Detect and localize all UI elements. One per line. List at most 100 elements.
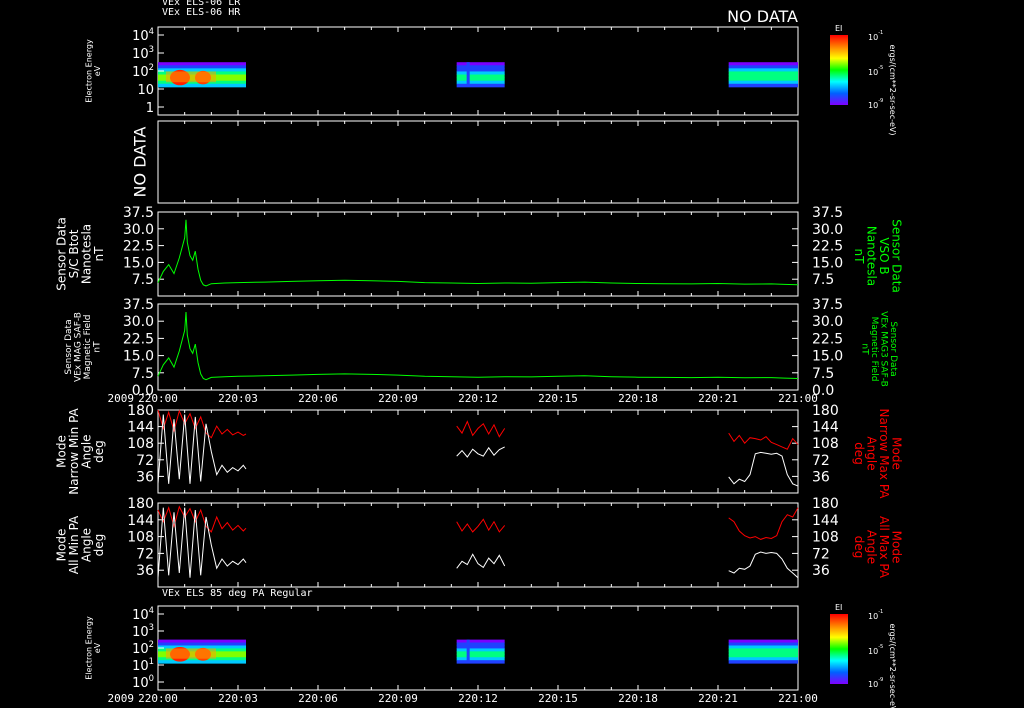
- x-tick-label: 220:06: [298, 392, 338, 405]
- axis-label-line: deg: [852, 536, 866, 559]
- y-axis-label-left: Sensor DataS/C BtotNanoteslanT: [54, 217, 106, 291]
- y-tick-label-right: 144: [812, 420, 839, 436]
- spectrogram-row: [456, 62, 505, 66]
- spectrogram-row: [728, 77, 798, 82]
- x-tick-label: 220:03: [218, 392, 258, 405]
- axis-label-line: ergs/(cm**2-sr-sec-eV): [888, 44, 897, 135]
- x-tick-label: 220:12: [458, 392, 498, 405]
- colorbar-tick: 10-1: [868, 609, 883, 621]
- y-tick-label: 103: [132, 44, 154, 62]
- axis-label-line: eV: [93, 65, 102, 76]
- y-tick-label-right: 108: [812, 436, 839, 452]
- y-tick-label: 1: [146, 101, 154, 116]
- y-axis-label: Electron Energy eV: [85, 39, 102, 103]
- y-tick-label-right: 37.5: [812, 205, 843, 221]
- series-line-4-1-0: [157, 414, 247, 484]
- axis-label-line: nT: [860, 343, 870, 355]
- multi-panel-plot: VEx ELS-06 LRVEx ELS-06 HR NO DATA1041031…: [54, 0, 904, 708]
- x-tick-label: 220:03: [218, 692, 258, 705]
- panel-title: VEx ELS 85 deg PA Regular: [162, 588, 313, 599]
- spectrogram-row: [456, 657, 505, 661]
- y-tick-label-right: 144: [812, 513, 839, 529]
- colorbar: [830, 614, 848, 684]
- colorbar-units: ergs/(cm**2-sr-sec-eV): [888, 623, 897, 708]
- spectrogram-row: [158, 639, 246, 644]
- spectrogram-row: [456, 80, 505, 85]
- spectrogram-row: [728, 83, 798, 88]
- y-tick-label: 144: [127, 420, 154, 436]
- spectrogram-row: [728, 660, 798, 664]
- spectrogram-row: [456, 648, 505, 652]
- panel-frame-1: [157, 120, 799, 204]
- x-tick-label: 220:21: [698, 392, 738, 405]
- spectrogram-row: [728, 68, 798, 72]
- y-tick-label: 100: [132, 673, 154, 691]
- series-line-3-0-0: [157, 311, 799, 381]
- y-tick-label: 37.5: [123, 205, 154, 221]
- series-line-4-1-1: [456, 446, 505, 458]
- y-axis-label-left: ModeAll Min PAAngledeg: [54, 515, 106, 574]
- y-tick-label: 7.5: [132, 366, 154, 382]
- x-tick-label: 220:06: [298, 692, 338, 705]
- y-tick-label-right: 22.5: [812, 239, 843, 255]
- y-tick-label-right: 72: [812, 453, 830, 469]
- colorbar-label: EI: [835, 24, 842, 33]
- y-tick-label: 180: [127, 403, 154, 419]
- y-axis-label-right: Sensor DataVEx MAG3 SAF-BMagnetic Fieldn…: [860, 311, 898, 387]
- colorbar-label: EI: [835, 603, 842, 612]
- series-line-4-1-2: [728, 451, 799, 487]
- y-axis-label-left: Sensor Data VEx MAG SAF-B Magnetic Field nT: [64, 312, 102, 382]
- spectrogram-row: [158, 642, 246, 646]
- no-data-vertical: NO DATA: [131, 127, 150, 198]
- y-tick-label: 15.0: [123, 349, 154, 365]
- spectrogram-row: [728, 639, 798, 644]
- gap-line: [466, 639, 470, 664]
- warm-region: [166, 648, 216, 659]
- series-line-4-0-1: [456, 420, 506, 438]
- y-axis-label-right: ModeNarrow Max PAAngledeg: [852, 409, 904, 500]
- colorbar: [830, 35, 848, 105]
- y-tick-label: 144: [127, 513, 154, 529]
- y-tick-label-right: 22.5: [812, 331, 843, 347]
- y-tick-label-right: 30.0: [812, 314, 843, 330]
- panel-title: VEx ELS-06 HR: [162, 7, 241, 18]
- spectrogram-row: [456, 639, 505, 644]
- spectrogram-row: [728, 71, 798, 76]
- axis-label-line: nT: [92, 341, 102, 353]
- axis-label-line: ergs/(cm**2-sr-sec-eV): [888, 623, 897, 708]
- series-line-5-1-1: [456, 553, 506, 569]
- spectrogram-row: [456, 74, 505, 79]
- y-tick-label: 30.0: [123, 222, 154, 238]
- y-tick-label: 101: [132, 656, 154, 674]
- y-axis-label-left: ModeNarrow Min PAAngledeg: [54, 407, 106, 494]
- spectrogram-row: [728, 654, 798, 658]
- spectrogram-row: [728, 648, 798, 652]
- spectrogram-row: [728, 645, 798, 649]
- spectrogram-row: [728, 657, 798, 661]
- spectrogram-block-2: [728, 62, 798, 88]
- y-tick-label: 104: [132, 26, 154, 44]
- y-axis-label-right: ModeAll Max PAAngledeg: [852, 516, 904, 579]
- y-tick-label: 22.5: [123, 331, 154, 347]
- y-tick-label: 37.5: [123, 297, 154, 313]
- spectrogram-row: [456, 660, 505, 664]
- y-tick-label: 103: [132, 622, 154, 640]
- y-tick-label-right: 36: [812, 563, 830, 579]
- spectrogram-row: [158, 65, 246, 69]
- y-axis-label: Electron Energy eV: [85, 616, 102, 680]
- colorbar-tick: 10-5: [868, 644, 883, 656]
- colorbar-tick: 10-9: [868, 98, 883, 110]
- y-tick-label: 72: [136, 453, 154, 469]
- series-line-5-0-0: [157, 505, 247, 533]
- spectrogram-row: [456, 77, 505, 82]
- panel-frame-4: [157, 409, 799, 494]
- y-tick-label-right: 180: [812, 403, 839, 419]
- x-tick-label: 221:00: [778, 392, 818, 405]
- spectrogram-row: [456, 654, 505, 658]
- y-tick-label-right: 72: [812, 546, 830, 562]
- y-tick-label: 22.5: [123, 239, 154, 255]
- y-tick-label: 102: [132, 639, 154, 657]
- axis-label-line: deg: [852, 442, 866, 465]
- y-tick-label: 108: [127, 530, 154, 546]
- series-line-5-0-1: [456, 518, 506, 533]
